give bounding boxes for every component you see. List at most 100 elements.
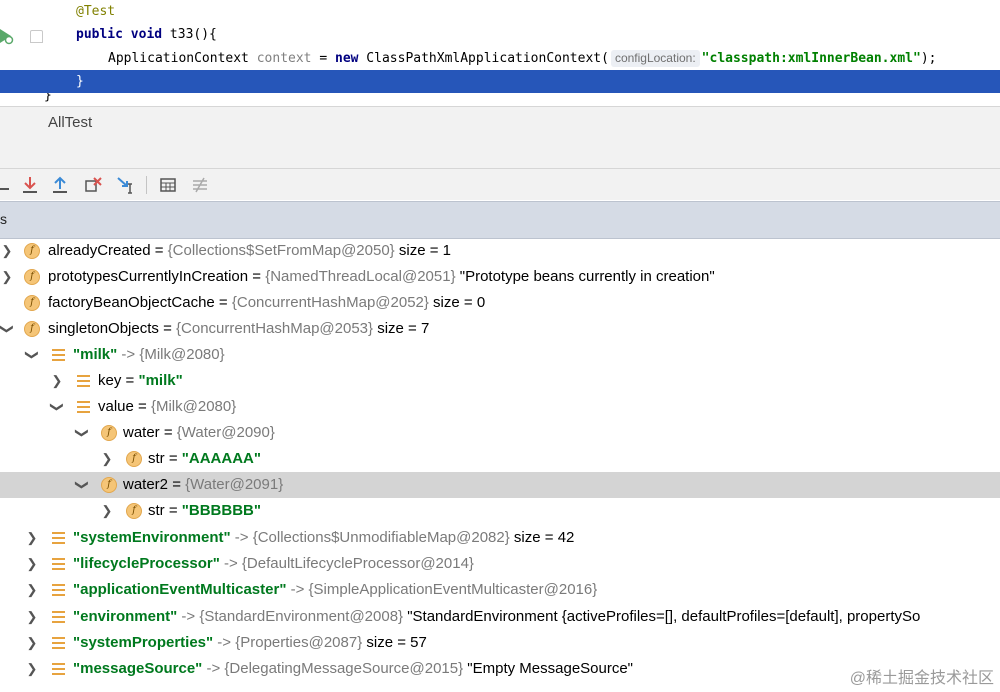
- field-value: size = 57: [362, 634, 427, 651]
- toolbar-separator: [146, 176, 147, 194]
- collapse-arrow-icon[interactable]: ❯: [19, 348, 45, 362]
- separator: =: [158, 320, 177, 337]
- separator: ->: [219, 555, 242, 572]
- separator: ->: [230, 529, 253, 546]
- collapse-arrow-icon[interactable]: ❯: [69, 478, 95, 492]
- field-icon: f: [24, 321, 40, 337]
- separator: =: [133, 398, 151, 415]
- field-name: singletonObjects: [48, 320, 159, 337]
- separator: ->: [117, 346, 140, 363]
- step-out-icon[interactable]: [50, 175, 70, 195]
- field-name: str: [148, 502, 165, 519]
- collapse-arrow-icon[interactable]: ❯: [44, 400, 70, 414]
- tree-row[interactable]: ❯ "milk" -> {Milk@2080}: [0, 342, 1000, 368]
- expand-arrow-icon[interactable]: ❯: [25, 656, 39, 682]
- drop-frame-icon[interactable]: [83, 175, 103, 195]
- field-name: water2: [123, 476, 169, 493]
- field-value: "Empty MessageSource": [463, 660, 634, 677]
- tree-row-selected[interactable]: ❯ f water2 = {Water@2091}: [0, 472, 1000, 498]
- field-icon: f: [24, 295, 40, 311]
- map-key: "milk": [73, 346, 118, 363]
- debug-session-tab[interactable]: AllTest: [48, 114, 92, 131]
- map-entry-icon: [77, 375, 90, 387]
- expand-arrow-icon[interactable]: ❯: [25, 604, 39, 630]
- tree-row[interactable]: ❯ f str = "BBBBBB": [0, 498, 1000, 524]
- map-entry-icon: [52, 611, 65, 623]
- tree-row[interactable]: ❯ f prototypesCurrentlyInCreation = {Nam…: [0, 264, 1000, 290]
- collapse-arrow-icon[interactable]: ❯: [69, 426, 95, 440]
- separator: =: [248, 268, 266, 285]
- code-line: ApplicationContext context = new ClassPa…: [0, 47, 1000, 70]
- map-entry-icon: [52, 532, 65, 544]
- trace-icon[interactable]: [190, 175, 210, 195]
- variables-title: s: [0, 211, 7, 227]
- closing-brace: }: [76, 74, 84, 89]
- separator: =: [121, 372, 139, 389]
- map-entry-icon: [52, 663, 65, 675]
- string-literal: "classpath:xmlInnerBean.xml": [701, 51, 921, 66]
- tree-row[interactable]: ❯ "applicationEventMulticaster" -> {Simp…: [0, 577, 1000, 603]
- field-icon: f: [101, 477, 117, 493]
- code-line: }: [0, 93, 1000, 106]
- tree-row[interactable]: ❯ key = "milk": [0, 368, 1000, 394]
- expand-arrow-icon[interactable]: ❯: [50, 368, 64, 394]
- map-key: "messageSource": [73, 660, 203, 677]
- field-name: water: [123, 424, 160, 441]
- method-signature: t33(){: [162, 27, 217, 42]
- tree-row[interactable]: ❯ "environment" -> {StandardEnvironment@…: [0, 604, 1000, 630]
- field-icon: f: [24, 269, 40, 285]
- run-to-cursor-icon[interactable]: [116, 175, 136, 195]
- map-key: "lifecycleProcessor": [73, 555, 220, 572]
- code-line: public void t33(){: [0, 23, 1000, 46]
- tree-row[interactable]: ❯ f alreadyCreated = {Collections$SetFro…: [0, 238, 1000, 264]
- separator: =: [168, 476, 186, 493]
- evaluate-icon[interactable]: [158, 175, 178, 195]
- separator: =: [164, 502, 182, 519]
- tree-row[interactable]: f factoryBeanObjectCache = {ConcurrentHa…: [0, 290, 1000, 316]
- object-ref: {Collections$UnmodifiableMap@2082}: [252, 529, 510, 546]
- tree-row[interactable]: ❯ "systemProperties" -> {Properties@2087…: [0, 630, 1000, 656]
- field-name: value: [98, 398, 134, 415]
- step-into-icon[interactable]: [20, 175, 40, 195]
- expand-arrow-icon[interactable]: ❯: [25, 551, 39, 577]
- expand-arrow-icon[interactable]: ❯: [25, 630, 39, 656]
- tree-row[interactable]: ❯ value = {Milk@2080}: [0, 394, 1000, 420]
- tree-row[interactable]: ❯ "systemEnvironment" -> {Collections$Un…: [0, 525, 1000, 551]
- expand-arrow-icon[interactable]: ❯: [25, 525, 39, 551]
- expand-arrow-icon[interactable]: ❯: [0, 238, 14, 264]
- expand-arrow-icon[interactable]: ❯: [25, 577, 39, 603]
- map-entry-icon: [52, 637, 65, 649]
- variables-tree[interactable]: ❯ f alreadyCreated = {Collections$SetFro…: [0, 238, 1000, 692]
- step-over-icon[interactable]: [0, 175, 12, 195]
- object-ref: {SimpleApplicationEventMulticaster@2016}: [308, 581, 598, 598]
- object-ref: {Milk@2080}: [150, 398, 237, 415]
- field-icon: f: [101, 425, 117, 441]
- string-value: "milk": [138, 372, 183, 389]
- expand-arrow-icon[interactable]: ❯: [0, 264, 14, 290]
- tree-row[interactable]: ❯ f singletonObjects = {ConcurrentHashMa…: [0, 316, 1000, 342]
- object-ref: {Water@2091}: [185, 476, 284, 493]
- collapse-arrow-icon[interactable]: ❯: [0, 322, 20, 336]
- current-execution-line[interactable]: }: [0, 70, 1000, 93]
- variables-panel-header: s: [0, 201, 1000, 239]
- code-editor[interactable]: @Test public void t33(){ ApplicationCont…: [0, 0, 1000, 106]
- tree-row[interactable]: ❯ f water = {Water@2090}: [0, 420, 1000, 446]
- annotation: @Test: [76, 4, 116, 19]
- tree-row[interactable]: ❯ "lifecycleProcessor" -> {DefaultLifecy…: [0, 551, 1000, 577]
- expand-arrow-icon[interactable]: ❯: [100, 446, 114, 472]
- object-ref: {StandardEnvironment@2008}: [199, 608, 404, 625]
- map-key: "environment": [73, 608, 178, 625]
- expand-arrow-icon[interactable]: ❯: [100, 498, 114, 524]
- operator: =: [311, 51, 335, 66]
- separator: ->: [213, 634, 236, 651]
- field-icon: f: [126, 503, 142, 519]
- tree-row[interactable]: ❯ f str = "AAAAAA": [0, 446, 1000, 472]
- map-entry-icon: [52, 584, 65, 596]
- object-ref: {NamedThreadLocal@2051}: [265, 268, 456, 285]
- type-name: ApplicationContext: [108, 51, 257, 66]
- code-punctuation: );: [920, 51, 937, 66]
- separator: =: [164, 450, 182, 467]
- closing-brace: }: [44, 93, 52, 103]
- object-ref: {DefaultLifecycleProcessor@2014}: [241, 555, 474, 572]
- field-name: alreadyCreated: [48, 242, 151, 259]
